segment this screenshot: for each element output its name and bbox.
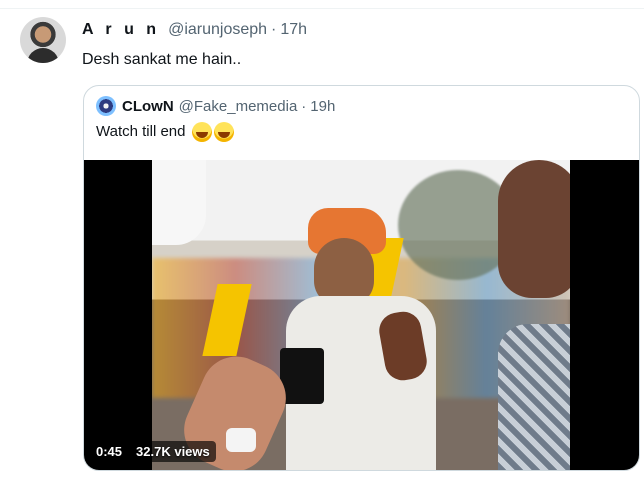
author-avatar[interactable]	[20, 17, 66, 63]
video-player[interactable]: 0:45 32.7K views	[84, 160, 639, 470]
right-man-face	[498, 160, 570, 298]
tweet-text: Desh sankat me hain..	[82, 51, 242, 68]
top-divider	[0, 8, 644, 9]
avatar-shirt	[27, 48, 59, 63]
left-arm-foreground	[152, 160, 206, 245]
quoted-tweet-card[interactable]: CLowN @Fake_memedia · 19h Watch till end	[83, 85, 640, 471]
quoted-tweet-time[interactable]: 19h	[310, 98, 335, 115]
tweet-time[interactable]: 17h	[280, 20, 307, 40]
laughing-crying-face-icon	[214, 122, 235, 142]
quoted-author-name[interactable]: CLowN	[122, 98, 174, 115]
man-with-orange-cap	[286, 204, 436, 470]
video-duration: 0:45	[96, 444, 123, 459]
quoted-tweet-text: Watch till end	[96, 123, 186, 140]
checked-shirt	[498, 324, 570, 470]
quoted-tweet-text-line: Watch till end	[96, 122, 235, 142]
microphone	[280, 348, 324, 404]
tweet-header: A r u n @iarunjoseph · 17h	[82, 20, 307, 40]
video-views: 32.7K views	[130, 441, 216, 462]
right-side-man	[498, 160, 570, 470]
video-overlay: 0:45 32.7K views	[96, 441, 216, 462]
quoted-author-handle[interactable]: @Fake_memedia	[179, 98, 298, 115]
wrist-watch	[226, 428, 256, 452]
quoted-tweet-header: CLowN @Fake_memedia · 19h	[96, 96, 335, 116]
author-name[interactable]: A r u n	[82, 20, 160, 40]
timestamp-separator: ·	[271, 21, 277, 38]
author-handle[interactable]: @iarunjoseph	[168, 20, 267, 40]
quoted-author-avatar[interactable]	[96, 96, 116, 116]
video-frame	[152, 160, 570, 470]
quoted-timestamp-separator: ·	[301, 97, 307, 115]
laughing-crying-face-icon	[192, 122, 213, 142]
